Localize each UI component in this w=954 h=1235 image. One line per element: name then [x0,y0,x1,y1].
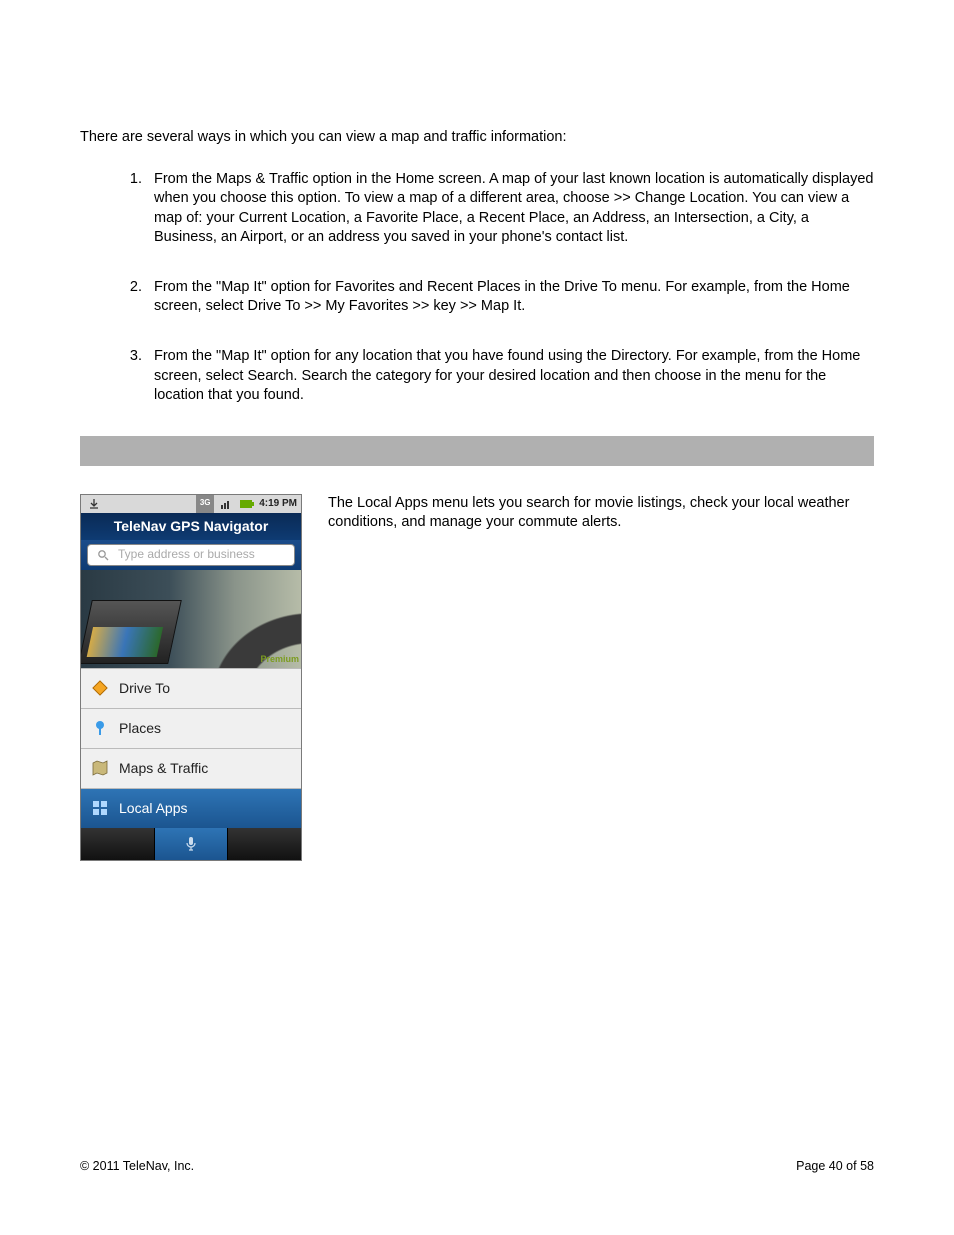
side-paragraph: The Local Apps menu lets you search for … [328,494,874,861]
app-title: TeleNav GPS Navigator [81,513,301,540]
list-text: From the "Map It" option for Favorites a… [154,278,874,317]
copyright: © 2011 TeleNav, Inc. [80,1158,194,1175]
list-item: 1. From the Maps & Traffic option in the… [116,170,874,248]
list-item: 3. From the "Map It" option for any loca… [116,347,874,406]
battery-icon [238,495,256,513]
list-text: From the "Map It" option for any locatio… [154,347,874,406]
numbered-list: 1. From the Maps & Traffic option in the… [116,170,874,406]
menu-maps-traffic[interactable]: Maps & Traffic [81,748,301,788]
menu-label: Drive To [119,679,170,698]
page-footer: © 2011 TeleNav, Inc. Page 40 of 58 [80,1158,874,1175]
mic-icon [182,835,200,853]
signal-bars-icon [217,495,235,513]
list-number: 3. [116,347,142,406]
bottombar-left[interactable] [81,828,155,860]
menu-label: Local Apps [119,799,188,818]
phone-screenshot: 3G 4:19 PM TeleNav GPS Navigator Type ad… [80,494,302,861]
search-placeholder: Type address or business [118,546,255,562]
signal-3g-icon: 3G [196,495,214,513]
hero-image: Premium [81,570,301,668]
page-number: Page 40 of 58 [796,1158,874,1175]
menu-drive-to[interactable]: Drive To [81,668,301,708]
status-bar: 3G 4:19 PM [81,495,301,513]
menu-label: Maps & Traffic [119,759,208,778]
list-number: 1. [116,170,142,248]
bottombar-mic[interactable] [155,828,229,860]
section-divider [80,436,874,466]
list-number: 2. [116,278,142,317]
search-row: Type address or business [81,540,301,570]
diamond-icon [91,679,109,697]
map-icon [91,759,109,777]
premium-badge: Premium [260,653,299,665]
pin-icon [91,719,109,737]
bottom-bar [81,828,301,860]
status-time: 4:19 PM [259,497,297,511]
menu-places[interactable]: Places [81,708,301,748]
search-input[interactable]: Type address or business [87,544,295,566]
list-item: 2. From the "Map It" option for Favorite… [116,278,874,317]
screenshot-row: 3G 4:19 PM TeleNav GPS Navigator Type ad… [80,494,874,861]
menu-local-apps[interactable]: Local Apps [81,788,301,828]
apps-icon [91,799,109,817]
intro-text: There are several ways in which you can … [80,128,874,148]
search-icon [94,546,112,564]
list-text: From the Maps & Traffic option in the Ho… [154,170,874,248]
menu-label: Places [119,719,161,738]
bottombar-right[interactable] [228,828,301,860]
download-icon [85,495,103,513]
